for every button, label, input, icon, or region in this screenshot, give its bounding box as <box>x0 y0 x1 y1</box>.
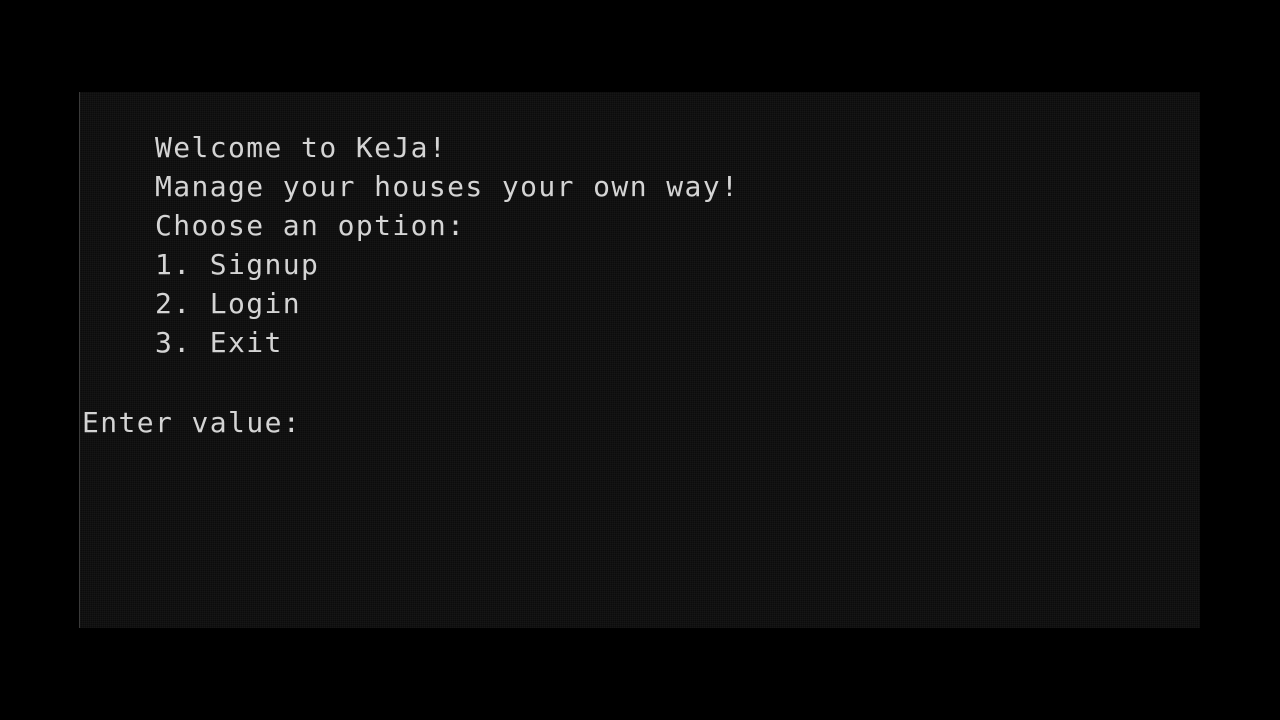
enter-value-prompt: Enter value: <box>82 406 302 439</box>
choose-option-text: Choose an option: <box>155 209 466 242</box>
menu-option-exit: 3. Exit <box>155 326 283 359</box>
console-window[interactable]: Welcome to KeJa! Manage your houses your… <box>79 92 1200 628</box>
menu-option-login: 2. Login <box>155 287 302 320</box>
tagline-text: Manage your houses your own way! <box>155 170 740 203</box>
console-input[interactable] <box>301 408 321 438</box>
input-prompt-row: Enter value: <box>82 403 321 442</box>
menu-option-signup: 1. Signup <box>155 248 320 281</box>
screen: Welcome to KeJa! Manage your houses your… <box>0 0 1280 720</box>
welcome-text: Welcome to KeJa! <box>155 131 448 164</box>
